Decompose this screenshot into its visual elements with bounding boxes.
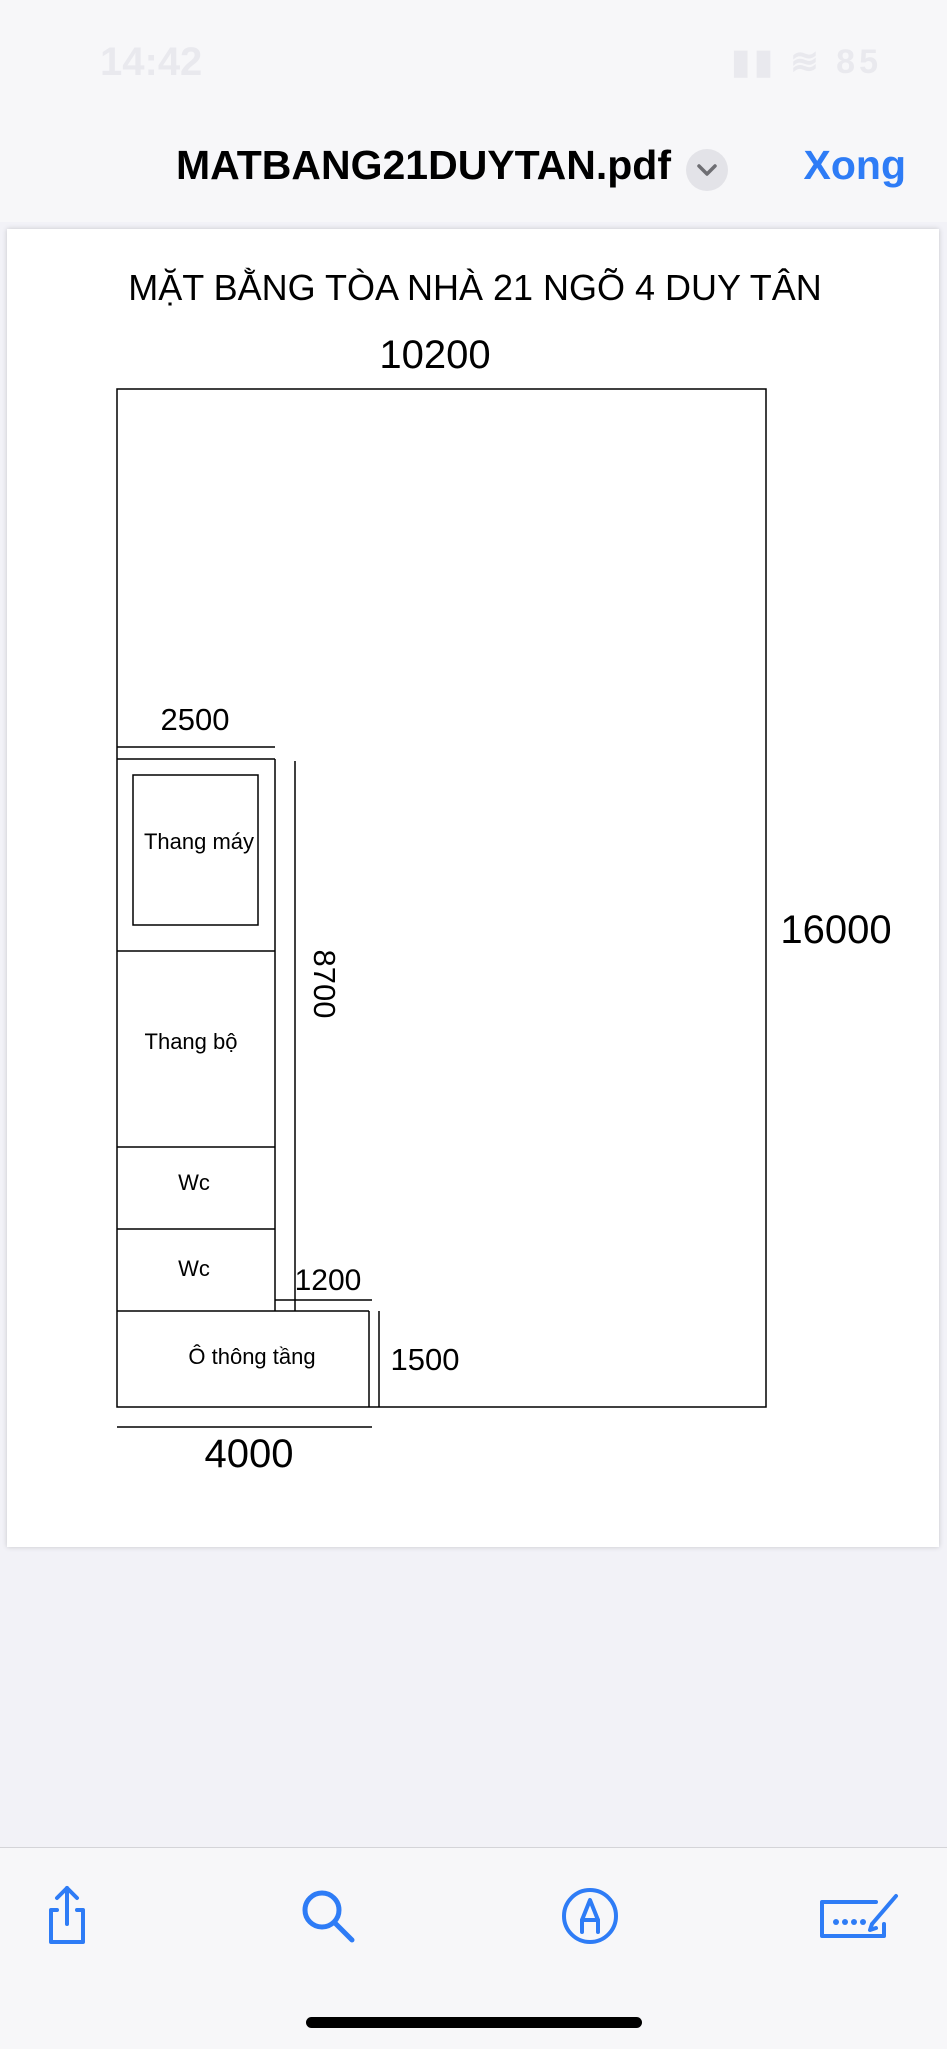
chevron-down-icon[interactable] — [686, 149, 728, 191]
document-title[interactable]: MATBANG21DUYTAN.pdf — [176, 142, 671, 189]
building-outline — [116, 388, 767, 1408]
room-label-elevator: Thang máy — [144, 829, 254, 854]
dim-core-height-label: 8700 — [307, 950, 342, 1019]
done-button[interactable]: Xong — [804, 142, 906, 189]
room-label-wc-2: Wc — [178, 1256, 210, 1281]
status-time: 14:42 — [100, 40, 203, 84]
signature-icon[interactable] — [814, 1880, 904, 1952]
pdf-viewer[interactable]: MẶT BẰNG TÒA NHÀ 21 NGÕ 4 DUY TÂN 10200 … — [0, 222, 947, 1847]
dim-shaft-height-label: 1500 — [391, 1342, 460, 1377]
room-label-wc-1: Wc — [178, 1170, 210, 1195]
pdf-page: MẶT BẰNG TÒA NHÀ 21 NGÕ 4 DUY TÂN 10200 … — [7, 229, 939, 1547]
dim-height-label: 16000 — [780, 908, 891, 952]
share-icon[interactable] — [31, 1880, 103, 1952]
dim-width-label: 10200 — [379, 333, 490, 377]
room-label-stairs: Thang bộ — [145, 1029, 238, 1054]
status-indicators: ▮▮ ≋ 85 — [731, 43, 882, 81]
floor-plan-title: MẶT BẰNG TÒA NHÀ 21 NGÕ 4 DUY TÂN — [128, 267, 822, 308]
nav-bar: MATBANG21DUYTAN.pdf Xong — [0, 120, 947, 223]
room-label-shaft: Ô thông tầng — [188, 1344, 315, 1369]
status-bar: 14:42 ▮▮ ≋ 85 — [0, 0, 947, 120]
floor-plan-drawing: MẶT BẰNG TÒA NHÀ 21 NGÕ 4 DUY TÂN 10200 … — [116, 267, 892, 1476]
dim-gap-label: 1200 — [295, 1264, 362, 1297]
search-icon[interactable] — [292, 1880, 364, 1952]
markup-icon[interactable] — [554, 1880, 626, 1952]
dim-bottom-label: 4000 — [205, 1432, 294, 1476]
dim-core-width-label: 2500 — [161, 702, 230, 737]
home-indicator — [306, 2017, 642, 2028]
